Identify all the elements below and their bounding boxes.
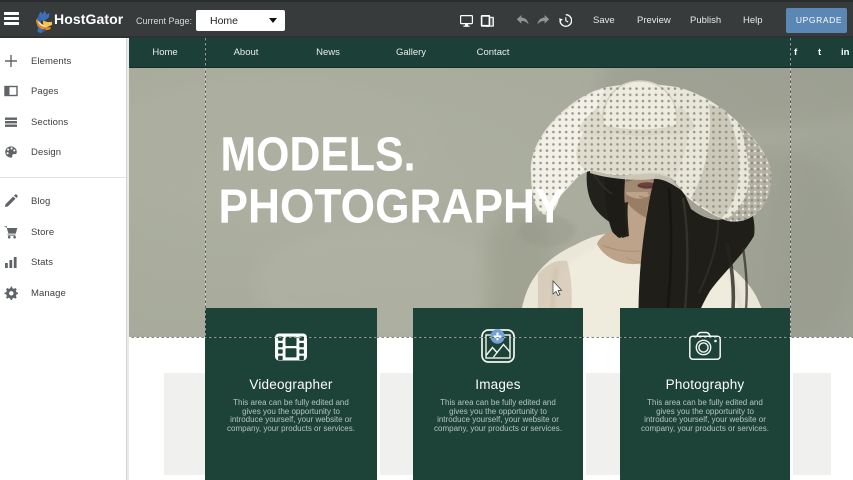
svg-text:MODELS.: MODELS.	[221, 129, 416, 182]
svg-text:PHOTOGRAPHY: PHOTOGRAPHY	[219, 181, 565, 234]
